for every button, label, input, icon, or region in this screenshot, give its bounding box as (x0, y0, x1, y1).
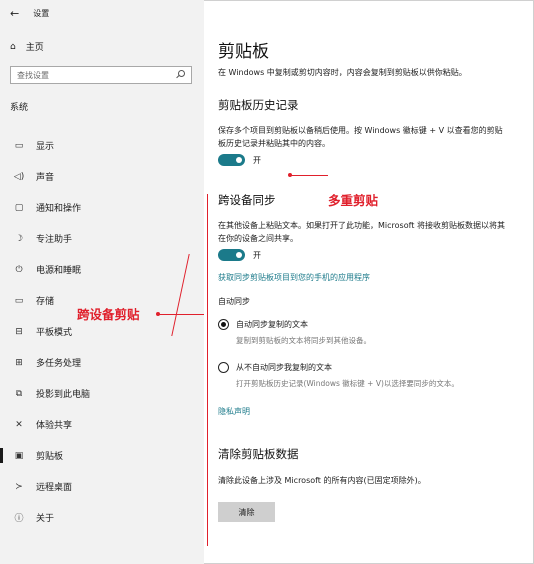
intro-text: 在 Windows 中复制或剪切内容时，内容会复制到剪贴板以供你粘贴。 (218, 68, 467, 77)
history-toggle-row[interactable]: 开 (218, 154, 261, 166)
annotation-multi-clipboard: 多重剪贴 (328, 193, 379, 208)
sidebar-item-label: 声音 (36, 173, 55, 183)
sidebar-item-2[interactable]: ▢ 通知和操作 (0, 192, 204, 223)
phone-app-link[interactable]: 获取同步剪贴板项目到您的手机的应用程序 (218, 272, 370, 283)
search-box[interactable] (10, 66, 192, 84)
sidebar-item-icon: ▭ (14, 295, 24, 306)
sidebar-item-icon: ⏻ (15, 264, 23, 275)
search-icon[interactable] (175, 70, 185, 80)
radio-auto-sync-subtitle: 复制到剪贴板的文本将同步到其他设备。 (236, 336, 371, 345)
sidebar-item-icon: ≻ (15, 481, 23, 492)
annotation-line-multi (290, 175, 328, 176)
sidebar-item-4[interactable]: ⏻ 电源和睡眠 (0, 254, 204, 285)
sidebar-nav: ▭ 显示 ◁) 声音 ▢ 通知和操作 ☽ 专注助手 ⏻ 电源和睡眠 ▭ 存储 ⊟ 平板模式 ⊞ 多任务处理 ⧉ 投… (0, 130, 204, 533)
radio-manual-sync-button[interactable] (218, 362, 229, 373)
sidebar-item-icon: ✕ (15, 419, 23, 430)
radio-auto-sync[interactable]: 自动同步复制的文本 复制到剪贴板的文本将同步到其他设备。 (218, 318, 371, 347)
sidebar-item-home[interactable]: ⌂ 主页 (10, 40, 44, 54)
sidebar-item-8[interactable]: ⧉ 投影到此电脑 (0, 378, 204, 409)
sidebar-item-9[interactable]: ✕ 体验共享 (0, 409, 204, 440)
home-icon: ⌂ (10, 41, 16, 52)
clear-desc: 清除此设备上涉及 Microsoft 的所有内容(已固定项除外)。 (218, 476, 426, 485)
annotation-line-cross (158, 314, 204, 315)
sidebar-item-icon: ⧉ (15, 388, 23, 399)
sidebar-item-icon: ☽ (14, 233, 24, 244)
sync-toggle[interactable] (218, 249, 245, 261)
title-bar: ← 设置 (10, 6, 49, 20)
sidebar-item-label: 通知和操作 (36, 204, 82, 214)
sidebar-item-icon: ⊟ (15, 326, 23, 337)
sidebar-item-icon: ▭ (14, 140, 24, 151)
sidebar-item-icon: ⓘ (14, 514, 24, 524)
sidebar-item-label: 关于 (36, 514, 55, 524)
sync-toggle-label: 开 (253, 250, 261, 260)
sidebar-item-label: 平板模式 (36, 328, 73, 338)
auto-sync-label: 自动同步 (218, 297, 250, 306)
history-heading: 剪贴板历史记录 (218, 98, 299, 112)
radio-manual-sync-title: 从不自动同步我复制的文本 (236, 363, 332, 372)
radio-manual-sync-subtitle: 打开剪贴板历史记录(Windows 徽标键 + V)以选择要同步的文本。 (236, 379, 459, 388)
radio-auto-sync-button[interactable] (218, 319, 229, 330)
sidebar-item-label: 多任务处理 (36, 359, 82, 369)
privacy-link[interactable]: 隐私声明 (218, 406, 250, 417)
history-desc: 保存多个项目到剪贴板以备稍后使用。按 Windows 徽标键 + V 以查看您的… (218, 126, 503, 148)
annotation-bracket-vertical (207, 194, 208, 546)
radio-manual-sync[interactable]: 从不自动同步我复制的文本 打开剪贴板历史记录(Windows 徽标键 + V)以… (218, 361, 459, 390)
sidebar-item-label: 剪贴板 (36, 452, 64, 462)
sidebar-item-icon: ⊞ (15, 357, 23, 368)
sidebar-item-1[interactable]: ◁) 声音 (0, 161, 204, 192)
sync-toggle-row[interactable]: 开 (218, 249, 261, 261)
sidebar-item-11[interactable]: ≻ 远程桌面 (0, 471, 204, 502)
sidebar: ← 设置 ⌂ 主页 系统 ▭ 显示 ◁) 声音 ▢ 通知和操作 ☽ 专注助手 ⏻ 电源和睡眠 ▭ 存储… (0, 0, 204, 564)
sidebar-item-label: 存储 (36, 297, 55, 307)
sidebar-item-7[interactable]: ⊞ 多任务处理 (0, 347, 204, 378)
annotation-cross-device: 跨设备剪贴 (77, 307, 140, 322)
history-toggle-label: 开 (253, 155, 261, 165)
sidebar-item-10[interactable]: ▣ 剪贴板 (0, 440, 204, 471)
clear-button[interactable]: 清除 (218, 502, 275, 522)
sidebar-item-label: 电源和睡眠 (36, 266, 82, 276)
sidebar-item-label: 远程桌面 (36, 483, 73, 493)
home-label: 主页 (25, 43, 44, 53)
sync-desc: 在其他设备上粘贴文本。如果打开了此功能，Microsoft 将接收剪贴板数据以将… (218, 221, 505, 243)
sidebar-item-12[interactable]: ⓘ 关于 (0, 502, 204, 533)
main-content: 剪贴板 在 Windows 中复制或剪切内容时，内容会复制到剪贴板以供你粘贴。 … (204, 0, 534, 564)
sidebar-item-icon: ▢ (14, 202, 24, 213)
sidebar-item-icon: ◁) (13, 171, 25, 182)
page-title: 剪贴板 (218, 42, 269, 62)
section-label: 系统 (10, 103, 29, 113)
history-toggle[interactable] (218, 154, 245, 166)
annotation-dot-cross (156, 312, 160, 316)
clear-heading: 清除剪贴板数据 (218, 447, 299, 461)
search-input[interactable] (17, 70, 175, 80)
sidebar-item-icon: ▣ (14, 450, 24, 461)
back-arrow-icon[interactable]: ← (10, 8, 19, 19)
window-title: 设置 (33, 8, 50, 18)
sidebar-item-label: 体验共享 (36, 421, 73, 431)
sidebar-item-3[interactable]: ☽ 专注助手 (0, 223, 204, 254)
sync-heading: 跨设备同步 (218, 193, 276, 207)
sidebar-item-label: 专注助手 (36, 235, 73, 245)
radio-auto-sync-title: 自动同步复制的文本 (236, 320, 308, 329)
sidebar-item-0[interactable]: ▭ 显示 (0, 130, 204, 161)
sidebar-item-label: 显示 (36, 142, 55, 152)
annotation-dot-multi (288, 173, 292, 177)
sidebar-item-label: 投影到此电脑 (36, 390, 91, 400)
